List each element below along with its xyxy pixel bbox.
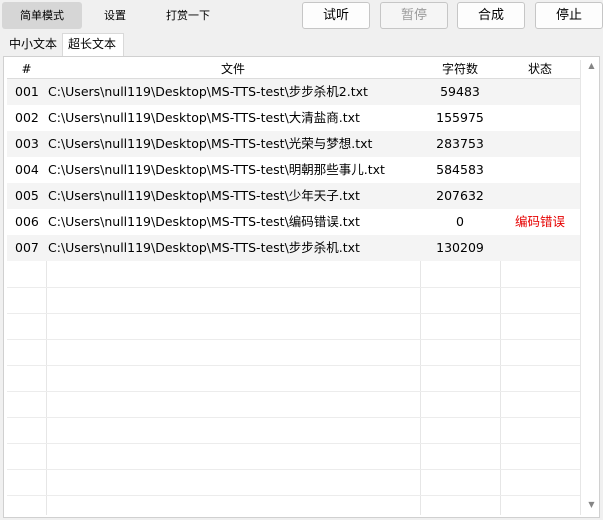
row-status bbox=[500, 235, 580, 261]
header-chars[interactable]: 字符数 bbox=[420, 60, 500, 78]
listen-button[interactable]: 试听 bbox=[302, 2, 370, 29]
table-row[interactable]: 007 C:\Users\null119\Desktop\MS-TTS-test… bbox=[7, 235, 580, 261]
row-chars: 130209 bbox=[436, 240, 484, 255]
tab-simple-mode[interactable]: 简单模式 bbox=[2, 2, 82, 29]
table-row[interactable]: 001 C:\Users\null119\Desktop\MS-TTS-test… bbox=[7, 79, 580, 105]
row-num: 004 bbox=[15, 162, 39, 177]
row-divider bbox=[7, 495, 580, 496]
row-status bbox=[500, 157, 580, 183]
column-divider bbox=[580, 60, 581, 515]
row-num: 007 bbox=[15, 240, 39, 255]
row-file: C:\Users\null119\Desktop\MS-TTS-test\步步杀… bbox=[48, 84, 368, 99]
scroll-up-arrow-icon[interactable]: ▲ bbox=[584, 59, 599, 73]
table-row[interactable]: 003 C:\Users\null119\Desktop\MS-TTS-test… bbox=[7, 131, 580, 157]
row-divider bbox=[7, 313, 580, 314]
row-chars: 0 bbox=[456, 214, 464, 229]
table-row[interactable]: 005 C:\Users\null119\Desktop\MS-TTS-test… bbox=[7, 183, 580, 209]
tab-settings[interactable]: 设置 bbox=[84, 2, 146, 29]
row-divider bbox=[7, 287, 580, 288]
row-status bbox=[500, 79, 580, 105]
table-row[interactable]: 004 C:\Users\null119\Desktop\MS-TTS-test… bbox=[7, 157, 580, 183]
stop-button[interactable]: 停止 bbox=[535, 2, 603, 29]
tab-short-text[interactable]: 中小文本 bbox=[4, 34, 62, 56]
tab-donate[interactable]: 打赏一下 bbox=[150, 2, 226, 29]
header-file[interactable]: 文件 bbox=[46, 60, 420, 78]
row-status bbox=[500, 131, 580, 157]
header-num[interactable]: # bbox=[7, 60, 46, 78]
table-row[interactable]: 006 C:\Users\null119\Desktop\MS-TTS-test… bbox=[7, 209, 580, 235]
table-header: # 文件 字符数 状态 bbox=[7, 60, 580, 79]
row-file: C:\Users\null119\Desktop\MS-TTS-test\光荣与… bbox=[48, 136, 373, 151]
header-status[interactable]: 状态 bbox=[500, 60, 580, 78]
synthesize-button[interactable]: 合成 bbox=[457, 2, 525, 29]
row-chars: 584583 bbox=[436, 162, 484, 177]
row-file: C:\Users\null119\Desktop\MS-TTS-test\步步杀… bbox=[48, 240, 360, 255]
row-num: 003 bbox=[15, 136, 39, 151]
row-file: C:\Users\null119\Desktop\MS-TTS-test\编码错… bbox=[48, 214, 360, 229]
row-num: 002 bbox=[15, 110, 39, 125]
row-divider bbox=[7, 443, 580, 444]
row-chars: 283753 bbox=[436, 136, 484, 151]
tab-long-text[interactable]: 超长文本 bbox=[62, 33, 124, 57]
vertical-scrollbar[interactable]: ▲ ▼ bbox=[584, 57, 599, 517]
row-status-error: 编码错误 bbox=[514, 214, 565, 229]
row-file: C:\Users\null119\Desktop\MS-TTS-test\明朝那… bbox=[48, 162, 385, 177]
pause-button[interactable]: 暂停 bbox=[380, 2, 448, 29]
file-list-panel: # 文件 字符数 状态 001 C:\Users\null119\Desktop… bbox=[3, 56, 600, 518]
row-divider bbox=[7, 469, 580, 470]
row-chars: 155975 bbox=[436, 110, 484, 125]
row-file: C:\Users\null119\Desktop\MS-TTS-test\大清盐… bbox=[48, 110, 360, 125]
table-row[interactable]: 002 C:\Users\null119\Desktop\MS-TTS-test… bbox=[7, 105, 580, 131]
row-divider bbox=[7, 365, 580, 366]
row-num: 005 bbox=[15, 188, 39, 203]
top-toolbar: 简单模式 设置 打赏一下 试听 暂停 合成 停止 bbox=[0, 0, 603, 32]
row-divider bbox=[7, 417, 580, 418]
row-num: 001 bbox=[15, 84, 39, 99]
row-status bbox=[500, 105, 580, 131]
row-divider bbox=[7, 391, 580, 392]
row-divider bbox=[7, 339, 580, 340]
row-chars: 59483 bbox=[440, 84, 480, 99]
row-chars: 207632 bbox=[436, 188, 484, 203]
row-num: 006 bbox=[15, 214, 39, 229]
scroll-down-arrow-icon[interactable]: ▼ bbox=[584, 498, 599, 512]
row-file: C:\Users\null119\Desktop\MS-TTS-test\少年天… bbox=[48, 188, 360, 203]
row-status bbox=[500, 183, 580, 209]
